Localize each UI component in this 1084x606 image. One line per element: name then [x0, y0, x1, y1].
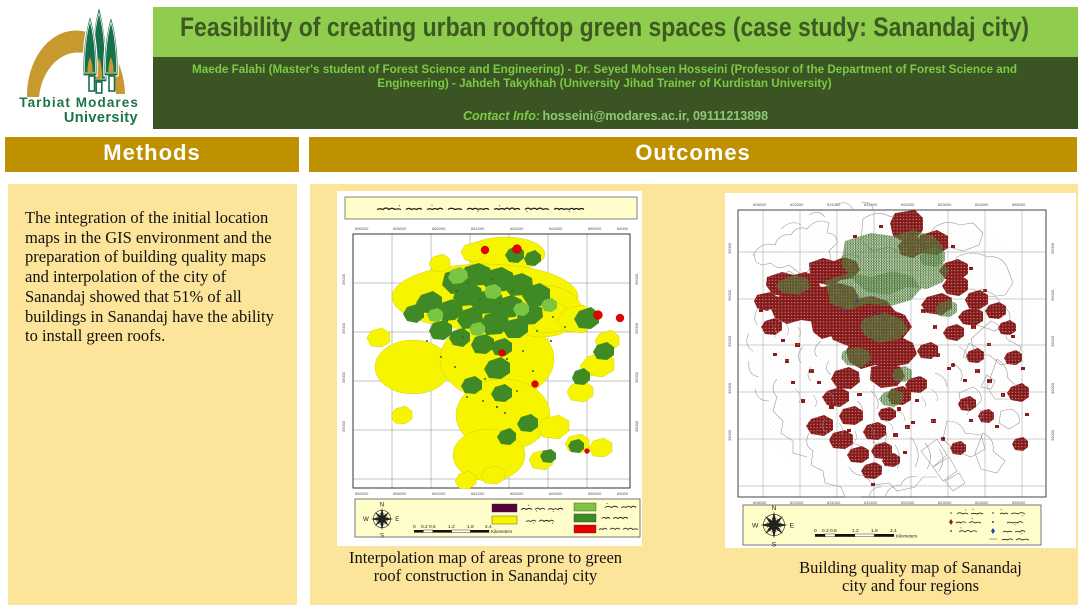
svg-text:39000: 39000 [341, 273, 346, 285]
svg-text:660000: 660000 [432, 491, 446, 496]
svg-text:S: S [772, 541, 777, 548]
svg-text:W: W [752, 522, 759, 529]
svg-text:39000: 39000 [634, 371, 639, 383]
svg-text:650000: 650000 [355, 491, 369, 496]
svg-text:W: W [363, 516, 369, 523]
svg-text:662000: 662000 [510, 491, 524, 496]
svg-text:Tarbiat Modares: Tarbiat Modares [19, 95, 139, 110]
svg-text:1.2: 1.2 [448, 524, 455, 530]
svg-text:39000: 39000 [341, 371, 346, 383]
svg-text:39000: 39000 [634, 322, 639, 334]
svg-text:662000: 662000 [510, 226, 524, 231]
svg-text:39000: 39000 [727, 242, 732, 254]
svg-text:631600: 631600 [864, 500, 878, 505]
svg-text:660000: 660000 [432, 226, 446, 231]
svg-text:University: University [64, 110, 138, 126]
svg-text:620000: 620000 [790, 500, 804, 505]
svg-text:39000: 39000 [727, 382, 732, 394]
svg-text:39000: 39000 [634, 273, 639, 285]
svg-text:Kilometers: Kilometers [896, 534, 918, 539]
svg-text:39000: 39000 [1050, 289, 1055, 301]
svg-text:Kilometers: Kilometers [491, 529, 513, 534]
svg-text:39000: 39000 [1050, 382, 1055, 394]
svg-text:655000: 655000 [1012, 202, 1026, 207]
svg-text:39000: 39000 [727, 289, 732, 301]
svg-text:E: E [790, 522, 795, 529]
svg-text:0.3 0.6: 0.3 0.6 [822, 528, 837, 534]
svg-text:1.8: 1.8 [467, 524, 474, 530]
svg-text:1.8: 1.8 [871, 528, 878, 534]
svg-text:661000: 661000 [471, 226, 485, 231]
svg-text:N: N [380, 501, 384, 508]
svg-text:650000: 650000 [355, 226, 369, 231]
svg-text:39000: 39000 [727, 429, 732, 441]
svg-text:652000: 652000 [901, 202, 915, 207]
svg-text:39000: 39000 [1050, 242, 1055, 254]
svg-text:65000: 65000 [617, 491, 629, 496]
svg-text:E: E [395, 516, 399, 523]
svg-text:631000: 631000 [827, 500, 841, 505]
svg-text:1.2: 1.2 [852, 528, 859, 534]
svg-text:39000: 39000 [341, 420, 346, 432]
svg-text:S: S [380, 532, 384, 539]
svg-text:65000: 65000 [617, 226, 629, 231]
svg-text:39000: 39000 [634, 420, 639, 432]
svg-text:0.2 0.5: 0.2 0.5 [421, 524, 436, 530]
svg-text:39000: 39000 [1050, 335, 1055, 347]
svg-text:652000: 652000 [901, 500, 915, 505]
svg-text:39000: 39000 [727, 335, 732, 347]
svg-text:655000: 655000 [1012, 500, 1026, 505]
svg-text:0: 0 [814, 528, 817, 534]
svg-text:620000: 620000 [790, 202, 804, 207]
svg-text:608000: 608000 [753, 500, 767, 505]
svg-text:650000: 650000 [588, 226, 602, 231]
svg-text:39000: 39000 [341, 322, 346, 334]
svg-text:653000: 653000 [938, 202, 952, 207]
svg-text:656000: 656000 [393, 226, 407, 231]
svg-text:656000: 656000 [393, 491, 407, 496]
svg-text:661000: 661000 [471, 491, 485, 496]
svg-text:654000: 654000 [975, 500, 989, 505]
svg-text:608000: 608000 [753, 202, 767, 207]
svg-text:631000: 631000 [827, 202, 841, 207]
svg-text:N: N [772, 505, 777, 512]
svg-text:654000: 654000 [975, 202, 989, 207]
svg-text:664000: 664000 [549, 226, 563, 231]
svg-text:653000: 653000 [938, 500, 952, 505]
svg-text:664000: 664000 [549, 491, 563, 496]
svg-text:39000: 39000 [1050, 429, 1055, 441]
svg-text:650000: 650000 [588, 491, 602, 496]
svg-text:0: 0 [413, 524, 416, 530]
